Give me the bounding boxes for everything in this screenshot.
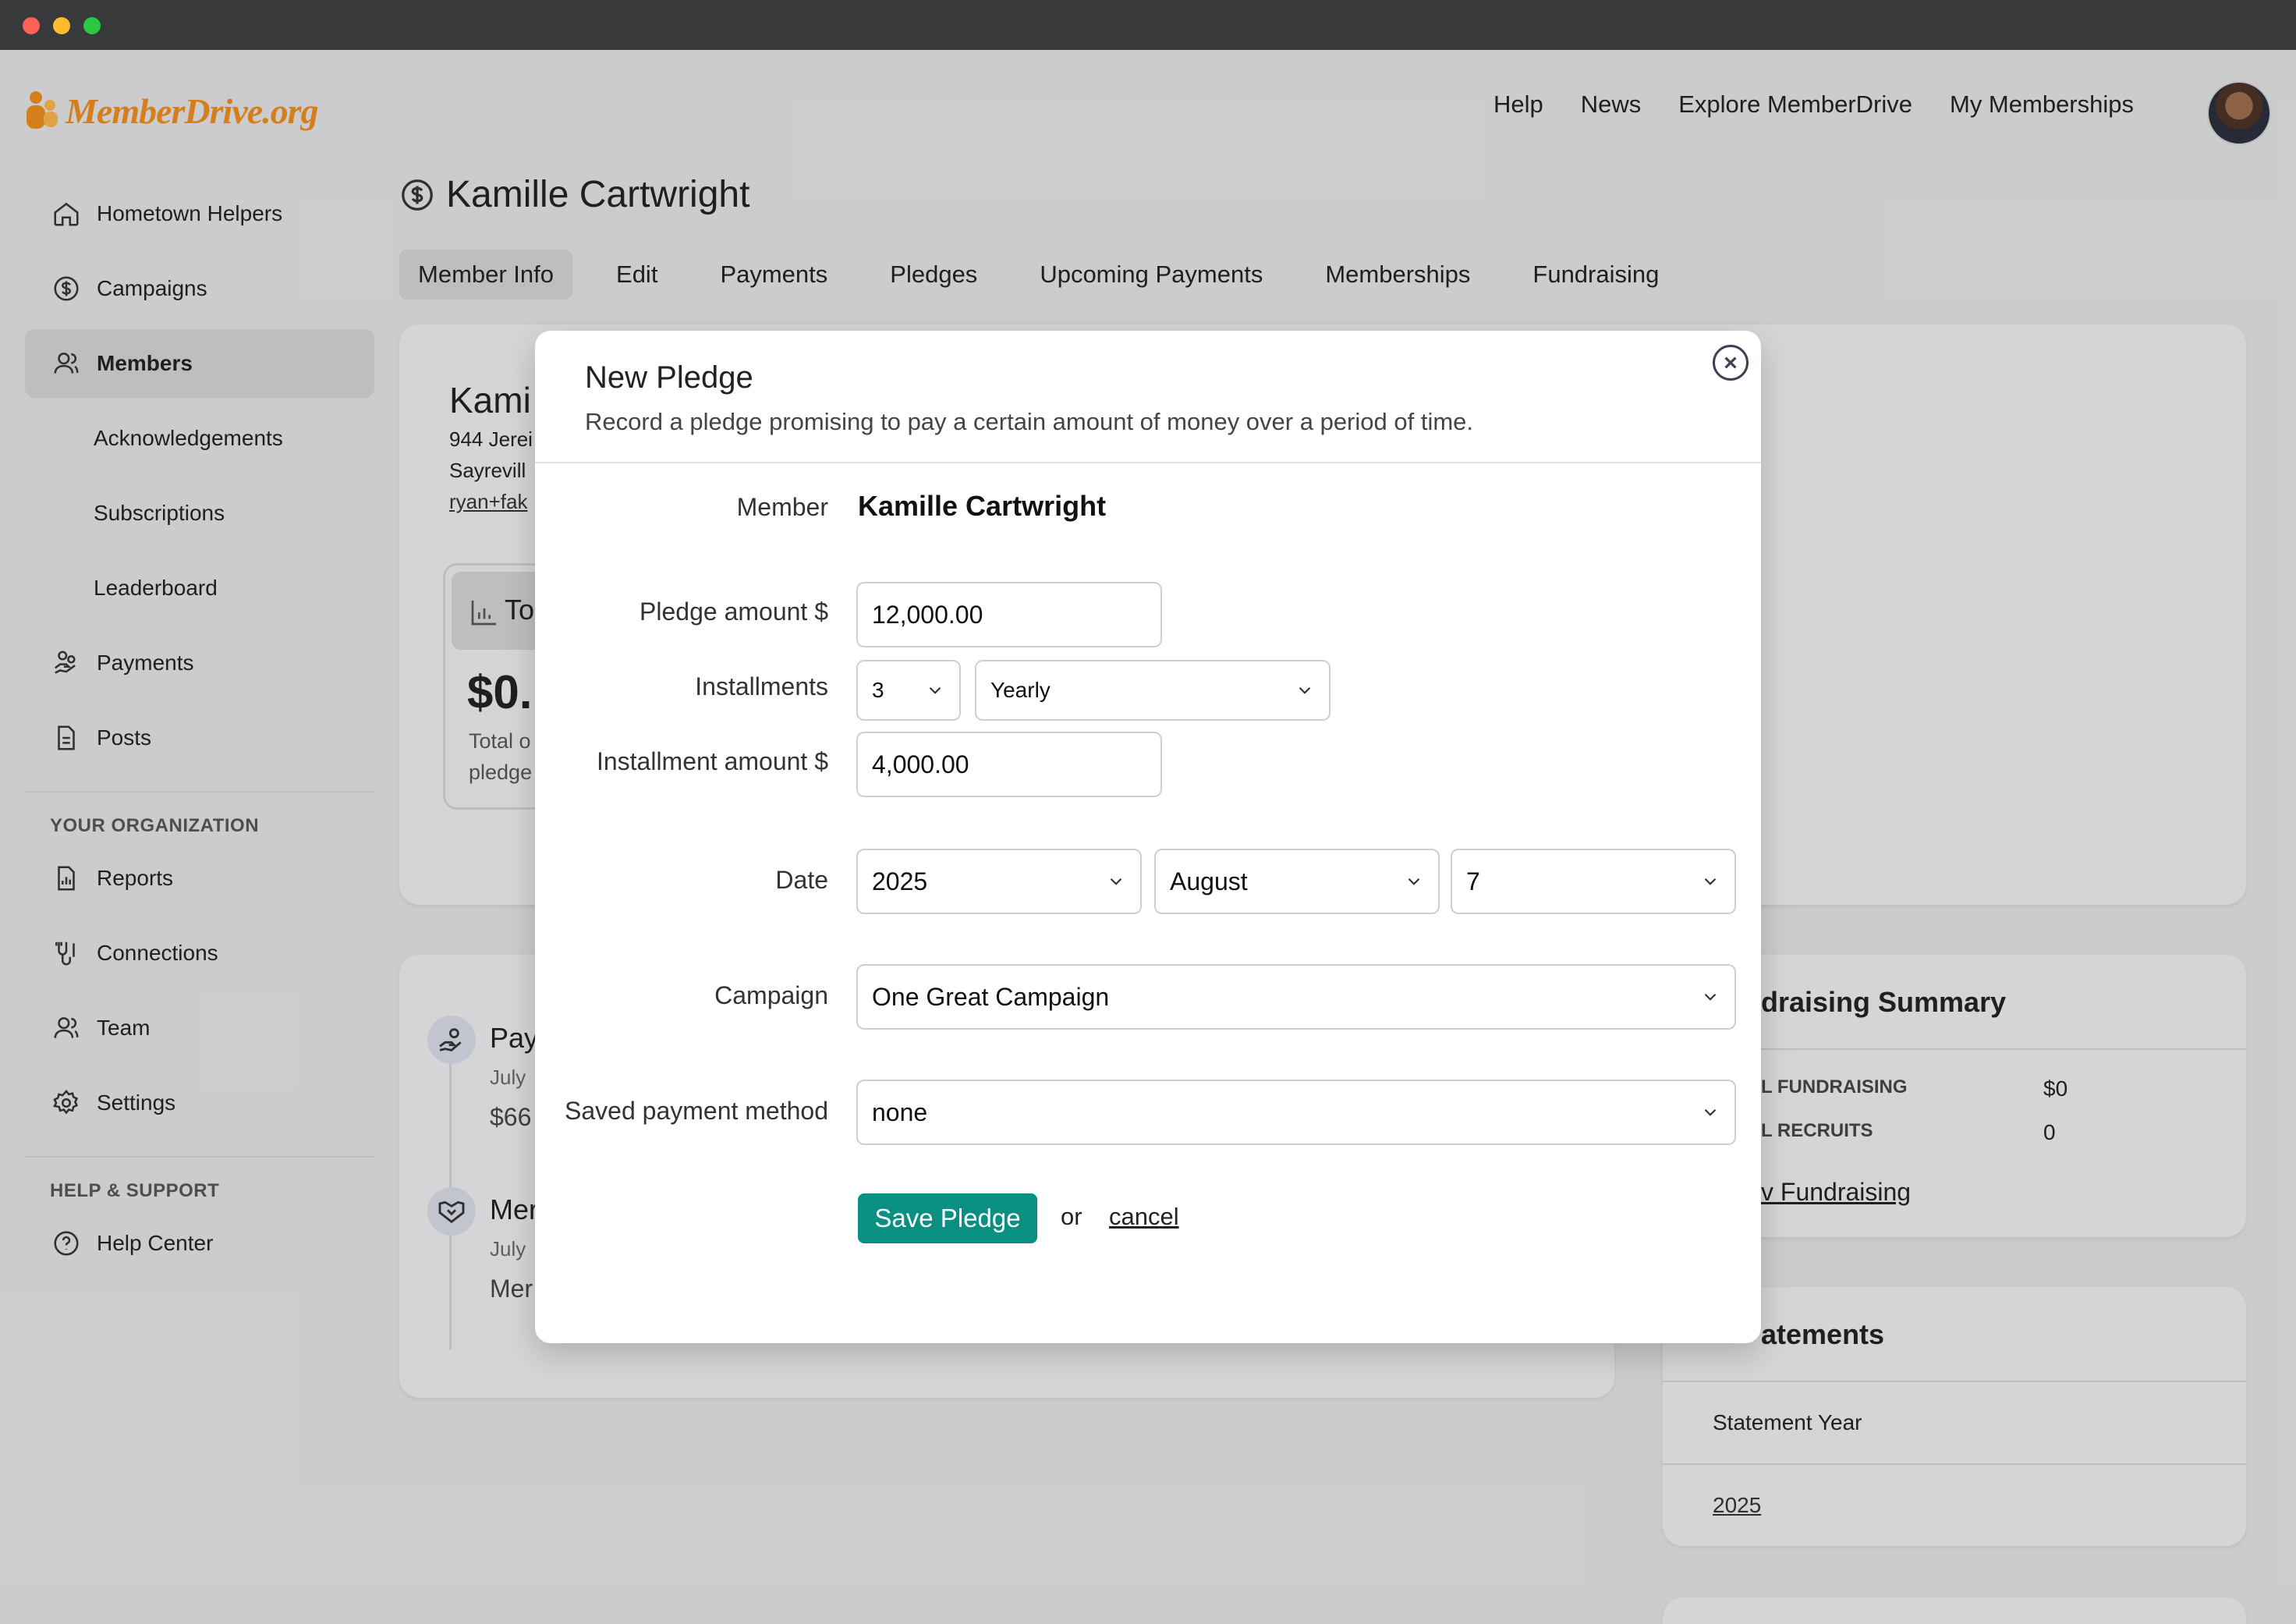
date-month-value: August [1170,867,1248,895]
member-label: Member [736,493,828,521]
pledge-amount-label: Pledge amount $ [640,597,828,626]
date-day-select[interactable]: 7 [1451,849,1736,914]
chevron-down-icon [1110,878,1122,885]
minimize-window-button[interactable] [53,17,70,34]
chevron-down-icon [1704,878,1717,885]
member-value: Kamille Cartwright [858,490,1107,522]
campaign-value: One Great Campaign [872,982,1110,1011]
payment-method-value: none [872,1097,928,1126]
pledge-amount-value: 12,000.00 [872,600,983,629]
campaign-label: Campaign [714,981,828,1009]
installment-amount-value: 4,000.00 [872,750,969,778]
date-year-select[interactable]: 2025 [856,849,1142,914]
pledge-amount-input[interactable]: 12,000.00 [856,582,1162,647]
payment-method-select[interactable]: none [856,1080,1736,1145]
maximize-window-button[interactable] [83,17,101,34]
or-text: or [1061,1203,1082,1230]
close-window-button[interactable] [23,17,40,34]
modal-header: New Pledge Record a pledge promising to … [535,331,1761,463]
close-icon [1724,356,1737,369]
chevron-down-icon [1299,686,1311,694]
new-pledge-modal: New Pledge Record a pledge promising to … [535,331,1761,1343]
date-month-select[interactable]: August [1154,849,1440,914]
installments-period-value: Yearly [990,678,1051,702]
modal-title: New Pledge [585,360,753,395]
date-day-value: 7 [1466,867,1480,895]
window-titlebar [0,0,2296,50]
chevron-down-icon [929,686,941,694]
installment-amount-label: Installment amount $ [596,747,828,775]
chevron-down-icon [1704,1108,1717,1116]
date-label: Date [775,866,828,894]
chevron-down-icon [1408,878,1420,885]
close-modal-button[interactable] [1713,345,1749,381]
payment-method-label: Saved payment method [565,1097,828,1125]
chevron-down-icon [1704,993,1717,1001]
installments-period-select[interactable]: Yearly [975,660,1330,721]
save-pledge-button[interactable]: Save Pledge [858,1193,1037,1243]
campaign-select[interactable]: One Great Campaign [856,964,1736,1030]
installments-label: Installments [695,672,828,700]
installments-count-value: 3 [872,678,884,702]
modal-subtitle: Record a pledge promising to pay a certa… [585,408,1474,435]
installment-amount-input[interactable]: 4,000.00 [856,732,1162,797]
date-year-value: 2025 [872,867,928,895]
installments-count-select[interactable]: 3 [856,660,961,721]
cancel-link[interactable]: cancel [1109,1203,1179,1231]
